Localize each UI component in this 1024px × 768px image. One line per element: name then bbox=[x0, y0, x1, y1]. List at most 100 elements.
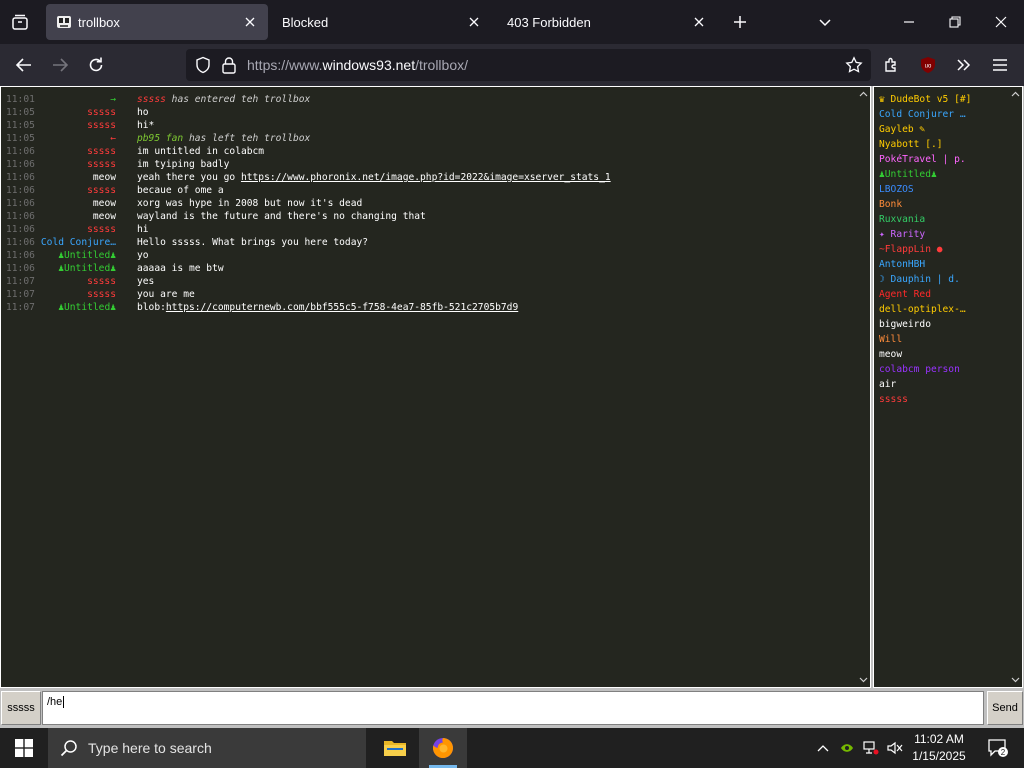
scroll-down-icon[interactable] bbox=[856, 673, 870, 687]
trollbox-favicon-icon bbox=[56, 14, 72, 30]
user-list-item[interactable]: Bonk bbox=[879, 197, 979, 212]
ublock-origin-icon[interactable]: uo bbox=[914, 51, 942, 79]
message-nick[interactable]: Cold Conjure… bbox=[41, 236, 116, 249]
address-bar[interactable]: https://www.windows93.net/trollbox/ bbox=[186, 49, 871, 81]
extensions-puzzle-icon[interactable] bbox=[878, 51, 906, 79]
message-body: xorg was hype in 2008 but now it's dead bbox=[137, 198, 363, 209]
user-list-item[interactable]: Ruxvania bbox=[879, 212, 979, 227]
close-tab-icon[interactable] bbox=[689, 12, 709, 32]
user-list-item[interactable]: ♛ DudeBot v5 [#] bbox=[879, 92, 979, 107]
new-tab-icon[interactable] bbox=[726, 8, 754, 36]
message-nick[interactable]: ♟Untitled♟ bbox=[58, 301, 116, 314]
user-list-item[interactable]: dell-optiplex-… bbox=[879, 302, 979, 317]
user-list-item[interactable]: air bbox=[879, 377, 979, 392]
message-time: 11:06 bbox=[6, 211, 35, 222]
close-tab-icon[interactable] bbox=[240, 12, 260, 32]
lock-icon[interactable] bbox=[221, 56, 237, 74]
user-list-item[interactable]: Will bbox=[879, 332, 979, 347]
chat-message: 11:01 → sssss has entered teh trollbox bbox=[1, 93, 861, 106]
chat-message: 11:05 sssss hi* bbox=[1, 119, 861, 132]
tab-strip: trollbox Blocked 403 Forbidden bbox=[0, 0, 1024, 44]
restore-icon[interactable] bbox=[941, 8, 969, 36]
clock-time: 11:02 AM bbox=[914, 732, 964, 746]
message-nick[interactable]: ← bbox=[110, 132, 116, 145]
send-button[interactable]: Send bbox=[987, 691, 1023, 725]
show-hidden-icons-chevron-icon[interactable] bbox=[812, 728, 834, 768]
user-list-item[interactable]: ~FlappLin ● bbox=[879, 242, 979, 257]
windows-start-icon[interactable] bbox=[0, 728, 48, 768]
close-window-icon[interactable] bbox=[987, 8, 1015, 36]
message-nick[interactable]: → bbox=[110, 93, 116, 106]
firefox-icon[interactable] bbox=[419, 728, 467, 768]
message-link[interactable]: https://www.phoronix.net/image.php?id=20… bbox=[241, 172, 611, 183]
message-nick[interactable]: sssss bbox=[87, 288, 116, 301]
more-tools-chevrons-icon[interactable] bbox=[950, 51, 978, 79]
message-nick[interactable]: ♟Untitled♟ bbox=[58, 262, 116, 275]
forward-icon[interactable] bbox=[46, 51, 74, 79]
nvidia-tray-icon[interactable] bbox=[836, 728, 858, 768]
scroll-up-icon[interactable] bbox=[1008, 87, 1022, 101]
chat-message: 11:06 sssss im untitled in colabcm bbox=[1, 145, 861, 158]
message-link[interactable]: https://computernewb.com/bbf555c5-f758-4… bbox=[166, 302, 518, 313]
chat-message: 11:05 ← pb95 fan has left teh trollbox bbox=[1, 132, 861, 145]
message-input[interactable]: /he bbox=[42, 691, 984, 725]
network-icon[interactable] bbox=[860, 728, 882, 768]
scroll-up-icon[interactable] bbox=[856, 87, 870, 101]
user-list-item[interactable]: AntonHBH bbox=[879, 257, 979, 272]
chat-message: 11:07 sssss yes bbox=[1, 275, 861, 288]
tab-trollbox[interactable]: trollbox bbox=[46, 4, 268, 40]
message-body: hi bbox=[137, 224, 149, 235]
tab-list-icon[interactable] bbox=[8, 10, 32, 34]
message-nick[interactable]: sssss bbox=[87, 184, 116, 197]
user-list-item[interactable]: Cold Conjurer … bbox=[879, 107, 979, 122]
message-time: 11:06 bbox=[6, 146, 35, 157]
user-list-item[interactable]: colabcm person bbox=[879, 362, 979, 377]
message-nick[interactable]: sssss bbox=[87, 106, 116, 119]
user-list-item[interactable]: Agent Red bbox=[879, 287, 979, 302]
message-time: 11:07 bbox=[6, 302, 35, 313]
message-time: 11:05 bbox=[6, 120, 35, 131]
user-list-item[interactable]: LBOZOS bbox=[879, 182, 979, 197]
notification-center-icon[interactable]: 2 bbox=[978, 728, 1018, 768]
minimize-icon[interactable] bbox=[895, 8, 923, 36]
message-nick[interactable]: sssss bbox=[87, 119, 116, 132]
message-body: sssss has entered teh trollbox bbox=[137, 94, 311, 105]
message-nick[interactable]: meow bbox=[93, 171, 116, 184]
message-nick[interactable]: ♟Untitled♟ bbox=[58, 249, 116, 262]
user-list-item[interactable]: ☽ Dauphin | d. bbox=[879, 272, 979, 287]
user-list-item[interactable]: sssss bbox=[879, 392, 979, 407]
nickname-button[interactable]: sssss bbox=[1, 691, 41, 725]
hamburger-menu-icon[interactable] bbox=[986, 51, 1014, 79]
message-nick[interactable]: sssss bbox=[87, 158, 116, 171]
taskbar-search-box[interactable]: Type here to search bbox=[48, 728, 366, 768]
back-icon[interactable] bbox=[10, 51, 38, 79]
user-list-item[interactable]: ♟Untitled♟ bbox=[879, 167, 979, 182]
user-list-item[interactable]: ✦ Rarity bbox=[879, 227, 979, 242]
user-list-scrollbar[interactable] bbox=[1008, 87, 1022, 687]
file-explorer-icon[interactable] bbox=[371, 728, 419, 768]
scroll-down-icon[interactable] bbox=[1008, 673, 1022, 687]
message-nick[interactable]: meow bbox=[93, 210, 116, 223]
tracking-protection-shield-icon[interactable] bbox=[194, 56, 212, 74]
tab-403-forbidden[interactable]: 403 Forbidden bbox=[495, 4, 717, 40]
message-body: blob:https://computernewb.com/bbf555c5-f… bbox=[137, 302, 519, 313]
user-list-item[interactable]: Nyabott [.] bbox=[879, 137, 979, 152]
user-list-item[interactable]: bigweirdo bbox=[879, 317, 979, 332]
tab-blocked[interactable]: Blocked bbox=[270, 4, 492, 40]
message-nick[interactable]: meow bbox=[93, 197, 116, 210]
system-clock[interactable]: 11:02 AM 1/15/2025 bbox=[900, 731, 978, 765]
close-tab-icon[interactable] bbox=[464, 12, 484, 32]
chevron-down-icon[interactable] bbox=[811, 8, 839, 36]
chat-log[interactable]: 11:01 → sssss has entered teh trollbox 11:0… bbox=[0, 86, 871, 688]
reload-icon[interactable] bbox=[82, 51, 110, 79]
user-list-item[interactable]: meow bbox=[879, 347, 979, 362]
chat-scrollbar[interactable] bbox=[856, 87, 870, 687]
message-nick[interactable]: sssss bbox=[87, 145, 116, 158]
user-list[interactable]: ♛ DudeBot v5 [#] Cold Conjurer … Gayleb ✎ N… bbox=[873, 86, 1023, 688]
message-nick[interactable]: sssss bbox=[87, 223, 116, 236]
bookmark-star-icon[interactable] bbox=[845, 56, 863, 74]
page-content: 11:01 → sssss has entered teh trollbox 11:0… bbox=[0, 86, 1024, 728]
user-list-item[interactable]: Gayleb ✎ bbox=[879, 122, 979, 137]
message-nick[interactable]: sssss bbox=[87, 275, 116, 288]
user-list-item[interactable]: PokéTravel | p. bbox=[879, 152, 979, 167]
